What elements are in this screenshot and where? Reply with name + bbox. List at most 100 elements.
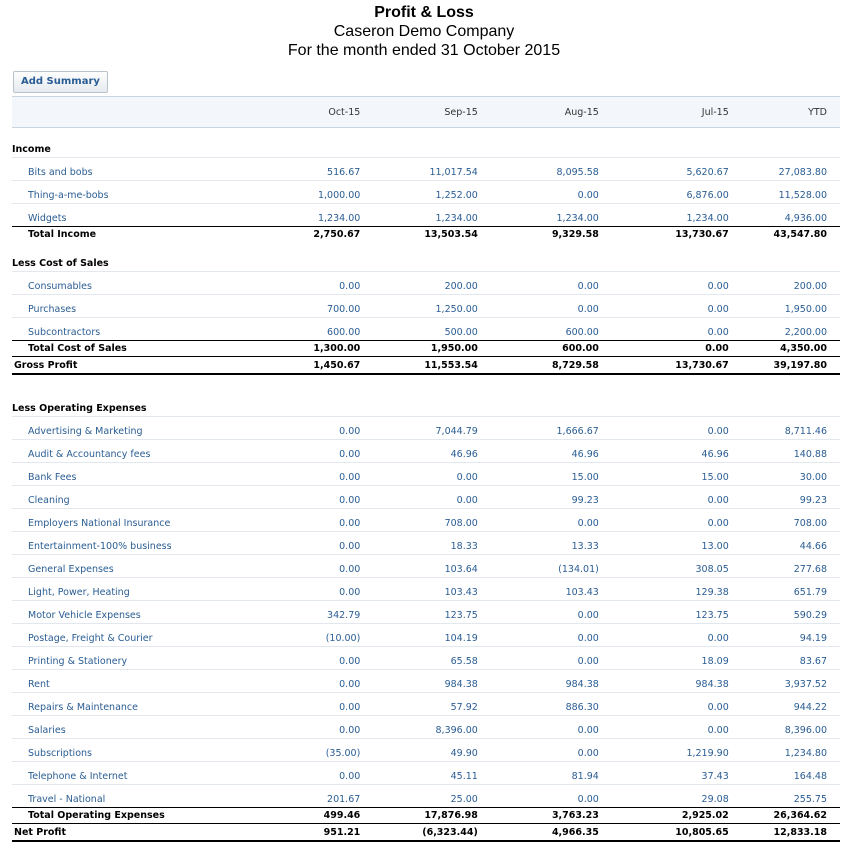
account-row-value-4[interactable]: 1,219.90	[598, 738, 729, 762]
account-row-value-2[interactable]: 104.19	[360, 623, 478, 647]
account-row-value-2[interactable]: 1,234.00	[360, 203, 478, 227]
account-row-value-3[interactable]: 0.00	[477, 715, 599, 739]
account-link[interactable]: Purchases	[12, 294, 301, 318]
account-row-value-2[interactable]: 500.00	[360, 317, 478, 341]
account-row-value-2[interactable]: 1,252.00	[360, 180, 478, 204]
account-row-value-4[interactable]: 15.00	[598, 462, 729, 486]
account-row-value-3[interactable]: 1,234.00	[477, 203, 599, 227]
account-row-value-3[interactable]: 81.94	[477, 761, 599, 785]
account-row-value-3[interactable]: 103.43	[477, 577, 599, 601]
account-row-value-2[interactable]: 103.64	[360, 554, 478, 578]
account-row-value-5[interactable]: 94.19	[728, 623, 840, 647]
add-summary-button[interactable]: Add Summary	[13, 71, 108, 93]
account-row-value-5[interactable]: 651.79	[728, 577, 840, 601]
account-row-value-4[interactable]: 0.00	[598, 623, 729, 647]
account-row-value-5[interactable]: 83.67	[728, 646, 840, 670]
account-link[interactable]: Light, Power, Heating	[12, 577, 301, 601]
account-row-value-3[interactable]: 886.30	[477, 692, 599, 716]
account-row-value-2[interactable]: 8,396.00	[360, 715, 478, 739]
account-row-value-2[interactable]: 0.00	[360, 462, 478, 486]
account-link[interactable]: Consumables	[12, 271, 301, 295]
account-row-value-5[interactable]: 590.29	[728, 600, 840, 624]
account-row-value-5[interactable]: 708.00	[728, 508, 840, 532]
account-row-value-4[interactable]: 0.00	[598, 485, 729, 509]
account-row-value-3[interactable]: 15.00	[477, 462, 599, 486]
account-row-value-2[interactable]: 123.75	[360, 600, 478, 624]
account-row-value-4[interactable]: 13.00	[598, 531, 729, 555]
account-row-value-4[interactable]: 5,620.67	[598, 157, 729, 181]
account-link[interactable]: General Expenses	[12, 554, 301, 578]
account-row-value-2[interactable]: 7,044.79	[360, 416, 478, 440]
account-row-value-2[interactable]: 1,250.00	[360, 294, 478, 318]
account-row-value-4[interactable]: 129.38	[598, 577, 729, 601]
account-row-value-4[interactable]: 984.38	[598, 669, 729, 693]
account-row-value-5[interactable]: 99.23	[728, 485, 840, 509]
account-link[interactable]: Telephone & Internet	[12, 761, 301, 785]
account-row-value-5[interactable]: 164.48	[728, 761, 840, 785]
account-row-value-1[interactable]: 0.00	[300, 761, 361, 785]
account-row-value-5[interactable]: 4,936.00	[728, 203, 840, 227]
account-row-value-4[interactable]: 123.75	[598, 600, 729, 624]
account-row-value-3[interactable]: 0.00	[477, 623, 599, 647]
account-row-value-1[interactable]: 0.00	[300, 439, 361, 463]
account-row-value-4[interactable]: 0.00	[598, 508, 729, 532]
account-row-value-5[interactable]: 1,234.80	[728, 738, 840, 762]
account-row-value-3[interactable]: 600.00	[477, 317, 599, 341]
account-row-value-4[interactable]: 0.00	[598, 294, 729, 318]
account-row-value-1[interactable]: 0.00	[300, 715, 361, 739]
account-row-value-1[interactable]: 0.00	[300, 531, 361, 555]
account-row-value-2[interactable]: 200.00	[360, 271, 478, 295]
account-link[interactable]: Entertainment-100% business	[12, 531, 301, 555]
account-row-value-4[interactable]: 1,234.00	[598, 203, 729, 227]
account-link[interactable]: Cleaning	[12, 485, 301, 509]
account-row-value-5[interactable]: 140.88	[728, 439, 840, 463]
account-row-value-5[interactable]: 200.00	[728, 271, 840, 295]
account-row-value-5[interactable]: 27,083.80	[728, 157, 840, 181]
account-link[interactable]: Subscriptions	[12, 738, 301, 762]
account-row-value-3[interactable]: 13.33	[477, 531, 599, 555]
account-link[interactable]: Printing & Stationery	[12, 646, 301, 670]
account-row-value-1[interactable]: 1,000.00	[300, 180, 361, 204]
account-link[interactable]: Motor Vehicle Expenses	[12, 600, 301, 624]
account-row-value-3[interactable]: 0.00	[477, 508, 599, 532]
account-row-value-3[interactable]: 99.23	[477, 485, 599, 509]
account-row-value-3[interactable]: 0.00	[477, 271, 599, 295]
account-row-value-4[interactable]: 18.09	[598, 646, 729, 670]
account-row-value-5[interactable]: 30.00	[728, 462, 840, 486]
account-row-value-1[interactable]: 600.00	[300, 317, 361, 341]
account-row-value-4[interactable]: 37.43	[598, 761, 729, 785]
account-row-value-4[interactable]: 0.00	[598, 271, 729, 295]
account-row-value-1[interactable]: 0.00	[300, 508, 361, 532]
account-row-value-2[interactable]: 708.00	[360, 508, 478, 532]
account-link[interactable]: Postage, Freight & Courier	[12, 623, 301, 647]
account-link[interactable]: Advertising & Marketing	[12, 416, 301, 440]
account-row-value-2[interactable]: 65.58	[360, 646, 478, 670]
account-link[interactable]: Thing-a-me-bobs	[12, 180, 301, 204]
account-row-value-3[interactable]: 0.00	[477, 180, 599, 204]
account-row-value-1[interactable]: 0.00	[300, 577, 361, 601]
account-row-value-1[interactable]: 0.00	[300, 646, 361, 670]
account-row-value-1[interactable]: 0.00	[300, 554, 361, 578]
account-row-value-1[interactable]: 0.00	[300, 462, 361, 486]
account-row-value-5[interactable]: 3,937.52	[728, 669, 840, 693]
account-row-value-4[interactable]: 0.00	[598, 317, 729, 341]
account-row-value-5[interactable]: 1,950.00	[728, 294, 840, 318]
account-row-value-2[interactable]: 57.92	[360, 692, 478, 716]
account-row-value-5[interactable]: 8,396.00	[728, 715, 840, 739]
account-row-value-5[interactable]: 44.66	[728, 531, 840, 555]
account-row-value-3[interactable]: 984.38	[477, 669, 599, 693]
account-row-value-1[interactable]: 0.00	[300, 485, 361, 509]
account-link[interactable]: Widgets	[12, 203, 301, 227]
account-link[interactable]: Employers National Insurance	[12, 508, 301, 532]
account-row-value-1[interactable]: 0.00	[300, 669, 361, 693]
account-row-value-4[interactable]: 6,876.00	[598, 180, 729, 204]
account-row-value-1[interactable]: (35.00)	[300, 738, 361, 762]
account-row-value-3[interactable]: 0.00	[477, 646, 599, 670]
account-row-value-3[interactable]: 0.00	[477, 600, 599, 624]
account-row-value-2[interactable]: 0.00	[360, 485, 478, 509]
account-row-value-1[interactable]: 1,234.00	[300, 203, 361, 227]
account-row-value-1[interactable]: 342.79	[300, 600, 361, 624]
account-row-value-1[interactable]: 0.00	[300, 271, 361, 295]
account-row-value-1[interactable]: (10.00)	[300, 623, 361, 647]
account-row-value-5[interactable]: 944.22	[728, 692, 840, 716]
